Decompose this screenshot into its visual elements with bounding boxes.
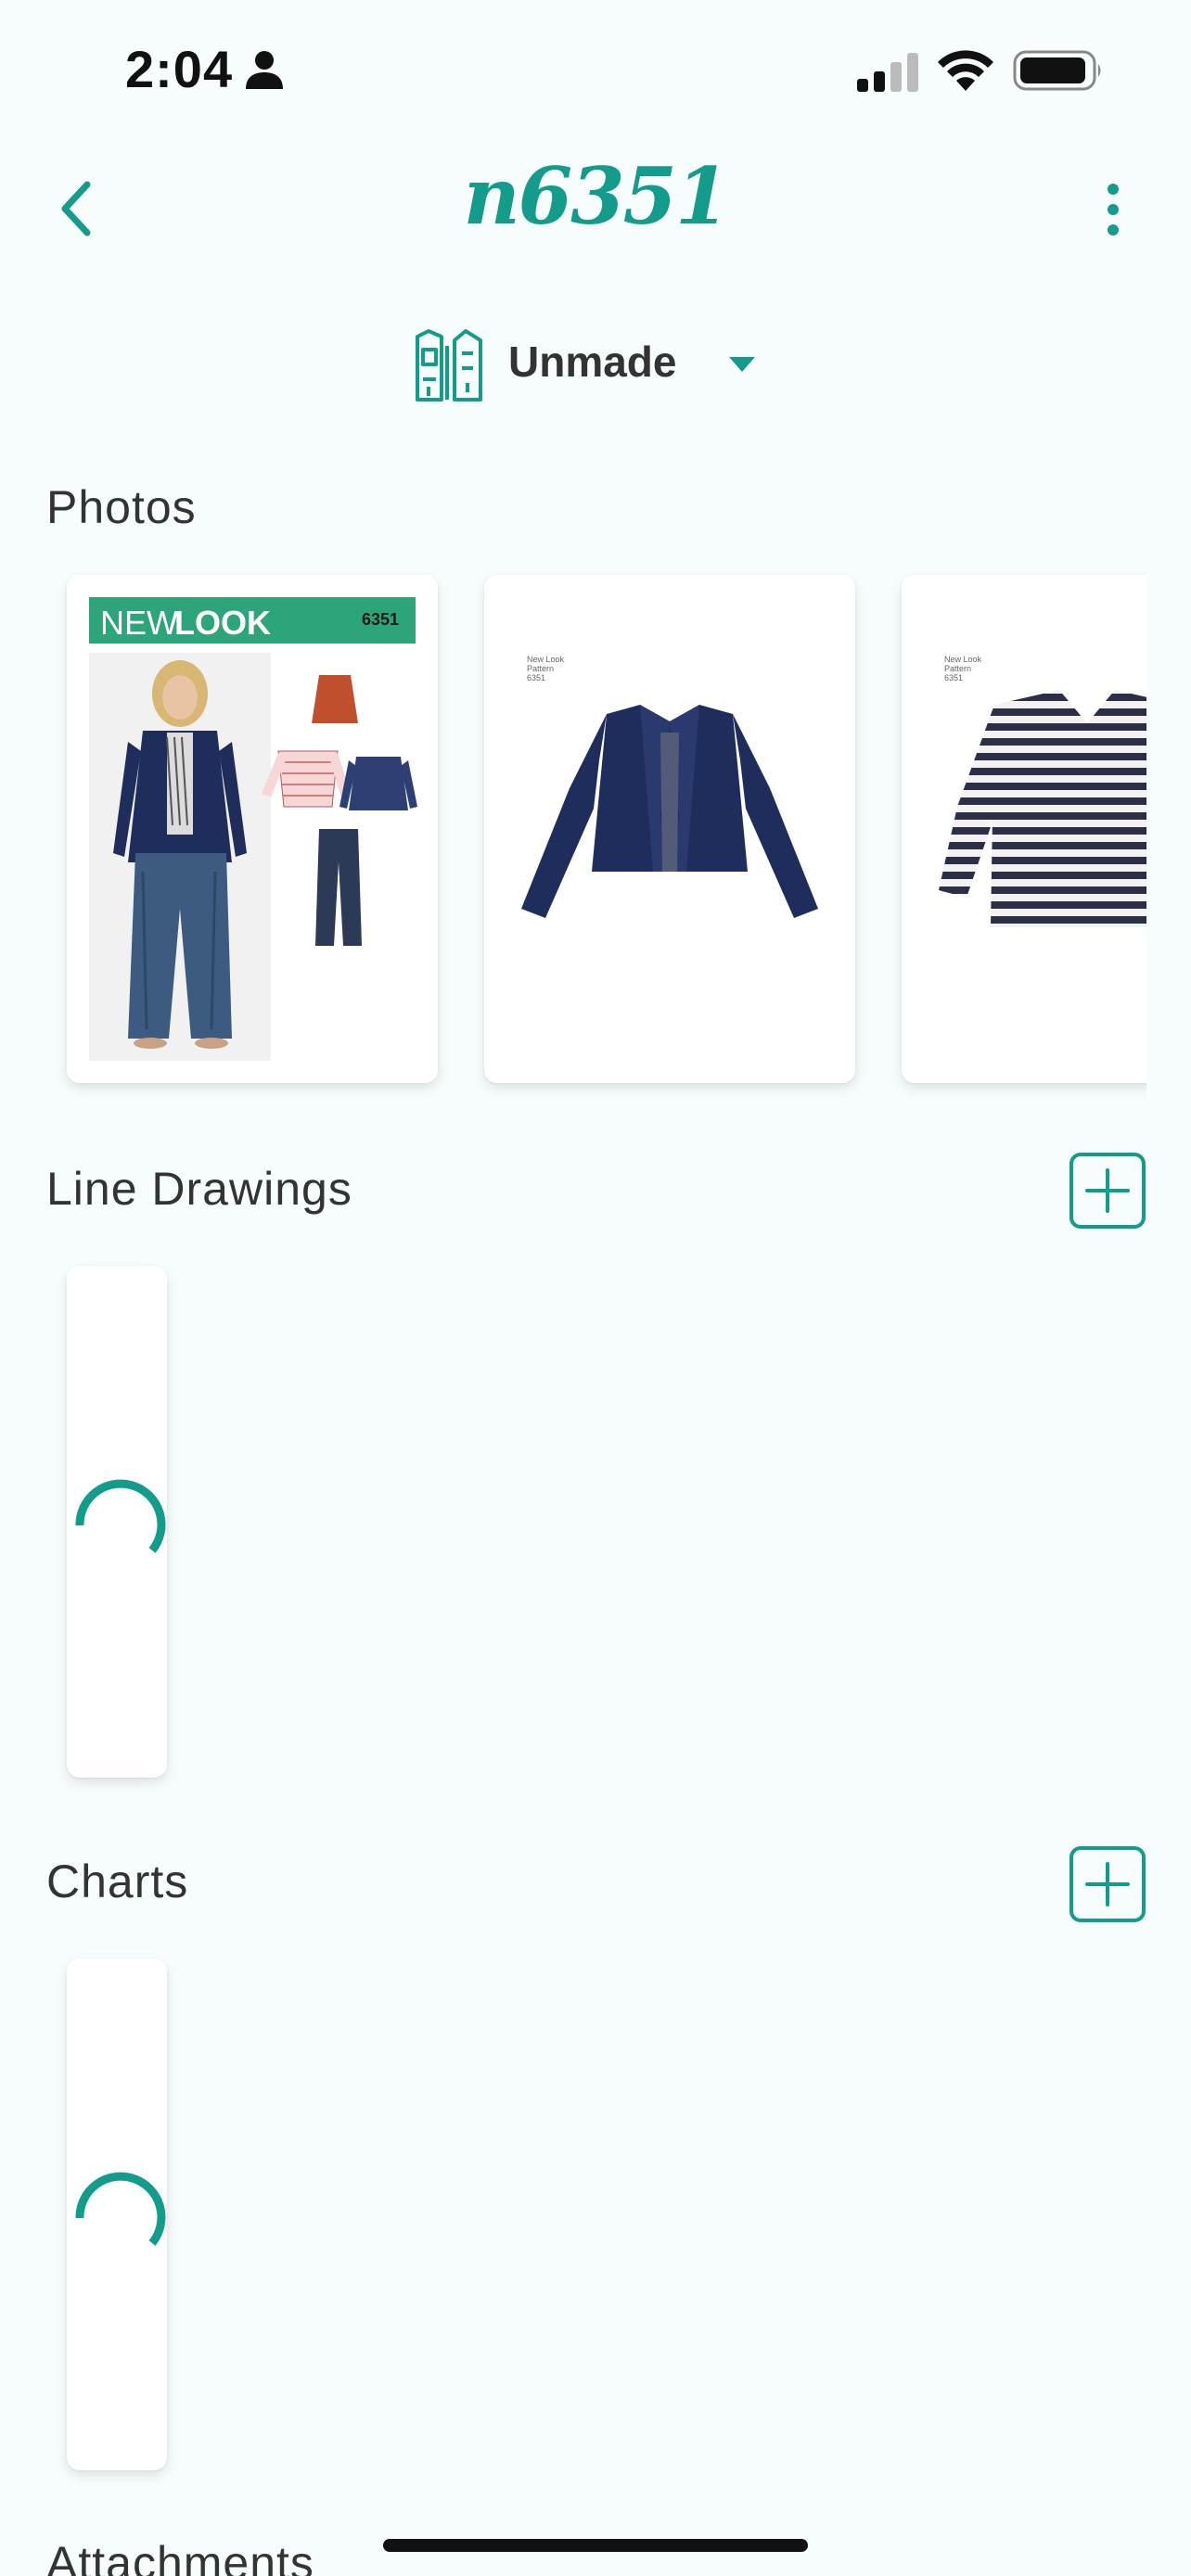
brand-look-text: LOOK — [174, 604, 271, 642]
add-line-drawing-button[interactable] — [1069, 1152, 1146, 1230]
line-drawing-placeholder-card[interactable] — [67, 1266, 167, 1778]
caret-down-icon — [729, 357, 755, 372]
status-bar: 2:04 — [0, 0, 1191, 139]
battery-icon — [1013, 50, 1101, 91]
photos-carousel[interactable]: NEW LOOK 6351 PATTERN • PATRÓN • PATRON — [0, 566, 1146, 1113]
brand-new-text: NEW — [100, 604, 178, 642]
photo-caption-line3: 6351 — [527, 673, 545, 682]
pattern-tagline: PATTERN • PATRÓN • PATRON — [102, 644, 196, 653]
pattern-envelope-image: NEW LOOK 6351 PATTERN • PATRÓN • PATRON — [67, 575, 438, 1083]
photo-caption-line1: New Look — [944, 655, 982, 664]
photo-caption-line3: 6351 — [944, 673, 963, 682]
attachments-section-title: Attachments — [46, 2537, 314, 2576]
status-label: Unmade — [508, 338, 677, 386]
status-time: 2:04 — [125, 40, 234, 98]
pattern-title: n6351 — [463, 150, 730, 242]
loading-spinner-icon — [75, 1479, 166, 1553]
chart-placeholder-card[interactable] — [67, 1958, 167, 2470]
photo-card[interactable]: New Look Pattern 6351 — [484, 575, 855, 1083]
loading-spinner-icon — [75, 2172, 166, 2246]
cellular-signal-icon — [857, 53, 918, 92]
status-dropdown[interactable]: Unmade — [408, 320, 779, 413]
add-chart-button[interactable] — [1069, 1845, 1146, 1923]
more-options-button[interactable] — [1091, 176, 1135, 243]
line-drawings-section-title: Line Drawings — [46, 1163, 352, 1215]
pattern-number-text: 6351 — [362, 610, 399, 629]
photo-caption-line2: Pattern — [944, 664, 971, 673]
photo-card[interactable]: NEW LOOK 6351 PATTERN • PATRÓN • PATRON — [67, 575, 438, 1083]
photos-section-title: Photos — [46, 481, 197, 533]
photo-caption-line1: New Look — [527, 655, 565, 664]
sewing-pattern-icon — [416, 329, 482, 402]
person-icon — [246, 51, 283, 89]
charts-section-title: Charts — [46, 1855, 189, 1907]
photo-caption-line2: Pattern — [527, 664, 554, 673]
wifi-icon — [938, 50, 993, 91]
striped-top-photo-image: New Look Pattern 6351 — [902, 575, 1146, 1083]
jacket-photo-image: New Look Pattern 6351 — [484, 575, 855, 1083]
photo-card[interactable]: New Look Pattern 6351 — [902, 575, 1146, 1083]
home-indicator[interactable] — [383, 2539, 808, 2552]
back-button[interactable] — [48, 172, 113, 246]
pattern-detail-screen: 2:04 n6351 Unmade Photos NEW LOOK 6351 P… — [0, 0, 1191, 2576]
